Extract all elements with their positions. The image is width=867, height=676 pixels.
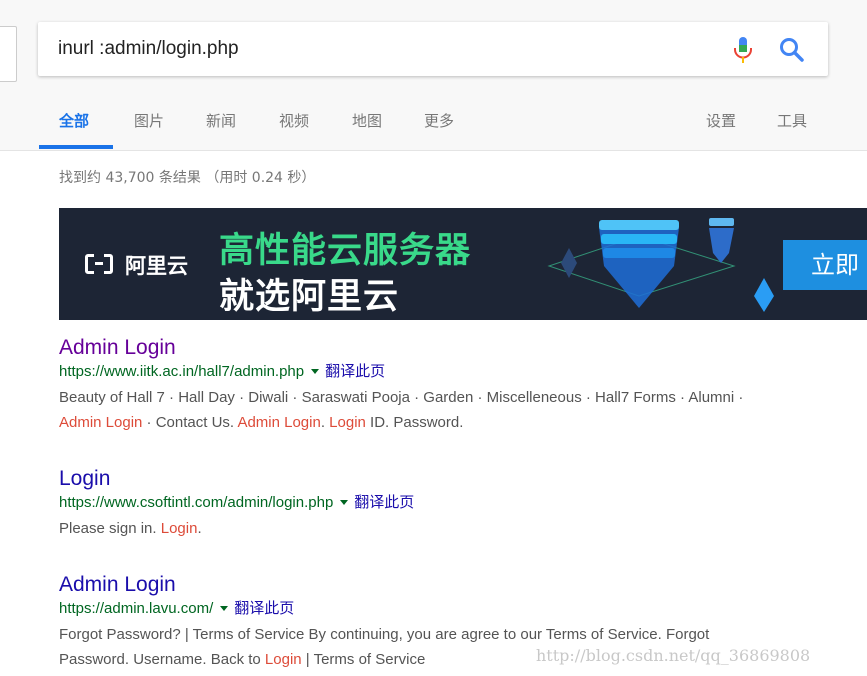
search-box[interactable]	[38, 22, 828, 76]
dropdown-caret-icon[interactable]	[340, 499, 349, 505]
result-title-link[interactable]: Admin Login	[59, 572, 176, 598]
active-tab-indicator	[39, 145, 113, 149]
search-input[interactable]	[58, 34, 698, 64]
microphone-icon[interactable]	[731, 36, 755, 64]
dropdown-caret-icon[interactable]	[311, 368, 320, 374]
snippet-text: · Contact Us.	[142, 414, 238, 431]
tab-settings[interactable]: 设置	[706, 110, 736, 131]
dropdown-caret-icon[interactable]	[220, 605, 229, 611]
result-snippet: Beauty of Hall 7 · Hall Day · Diwali · S…	[59, 385, 859, 435]
snippet-text: Beauty of Hall 7 · Hall Day · Diwali · S…	[59, 389, 744, 406]
snippet-text: .	[197, 520, 202, 537]
ad-brand: 阿里云	[125, 254, 188, 278]
search-result: Login https://www.csoftintl.com/admin/lo…	[59, 466, 859, 541]
snippet-text: Please sign in.	[59, 520, 161, 537]
tab-videos[interactable]: 视频	[279, 110, 309, 131]
snippet-text: ID. Password.	[365, 414, 464, 431]
snippet-highlight: Admin Login	[59, 414, 143, 431]
header-bar: 全部 图片 新闻 视频 地图 更多 设置 工具	[0, 0, 867, 151]
tab-all[interactable]: 全部	[59, 110, 89, 131]
search-result: Admin Login https://www.iitk.ac.in/hall7…	[59, 335, 859, 435]
snippet-highlight: Admin Login	[237, 414, 321, 431]
snippet-highlight: Login	[264, 651, 302, 668]
snippet-highlight: Login	[160, 520, 198, 537]
ad-banner[interactable]: 阿里云 高性能云服务器 就选阿里云 立即	[59, 208, 867, 320]
search-icon[interactable]	[778, 36, 806, 64]
snippet-text: .	[320, 414, 330, 431]
result-url-row: https://www.iitk.ac.in/hall7/admin.php 翻译…	[59, 361, 859, 382]
ad-subheadline: 就选阿里云	[219, 277, 400, 317]
result-url[interactable]: https://admin.lavu.com/	[59, 600, 213, 617]
result-snippet: Please sign in. Login.	[59, 516, 859, 541]
result-url[interactable]: https://www.iitk.ac.in/hall7/admin.php	[59, 363, 304, 380]
snippet-text: | Terms of Service	[301, 651, 426, 668]
watermark: http://blog.csdn.net/qq_36869808	[536, 646, 811, 665]
tab-more[interactable]: 更多	[424, 110, 454, 131]
logo-area[interactable]	[0, 26, 17, 82]
translate-link[interactable]: 翻译此页	[354, 493, 414, 511]
server-illustration-icon	[547, 218, 774, 312]
result-url-row: https://admin.lavu.com/翻译此页	[59, 598, 859, 619]
ad-cta-button[interactable]: 立即	[783, 240, 867, 290]
tab-news[interactable]: 新闻	[206, 110, 236, 131]
snippet-text: Password. Username. Back to	[59, 651, 265, 668]
ad-headline: 高性能云服务器	[219, 231, 472, 271]
tab-tools[interactable]: 工具	[777, 110, 807, 131]
translate-link[interactable]: 翻译此页	[325, 362, 385, 380]
snippet-highlight: Login	[329, 414, 366, 431]
snippet-text: Forgot Password? | Terms of Service By c…	[59, 626, 710, 643]
result-title-link[interactable]: Login	[59, 466, 110, 492]
result-stats: 找到约 43,700 条结果 （用时 0.24 秒）	[59, 170, 316, 186]
tab-maps[interactable]: 地图	[352, 110, 382, 131]
tab-images[interactable]: 图片	[134, 110, 164, 131]
result-title-link[interactable]: Admin Login	[59, 335, 176, 361]
result-url[interactable]: https://www.csoftintl.com/admin/login.ph…	[59, 494, 333, 511]
translate-link[interactable]: 翻译此页	[234, 599, 294, 617]
result-url-row: https://www.csoftintl.com/admin/login.ph…	[59, 492, 859, 513]
logo-bar	[95, 262, 103, 265]
